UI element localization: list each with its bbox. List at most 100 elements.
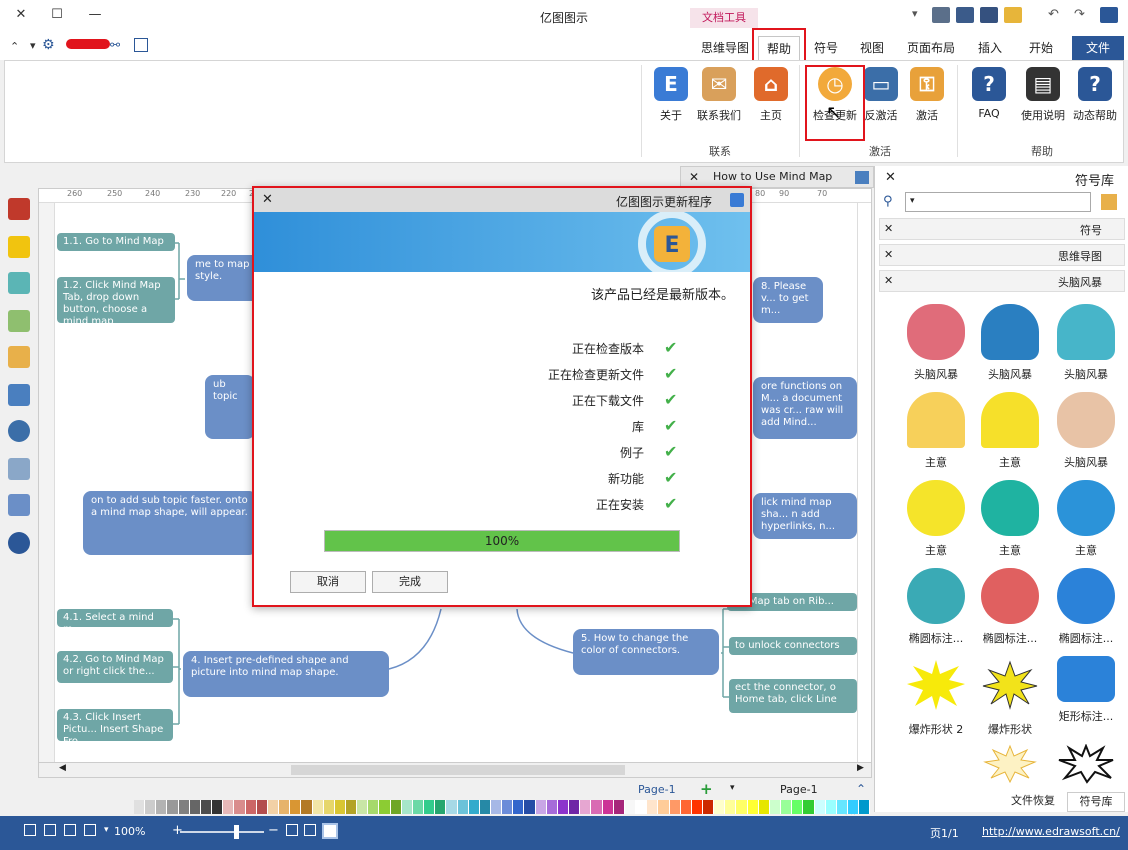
shape-burst-sun[interactable] <box>975 740 1045 784</box>
palette-swatch[interactable] <box>680 800 692 814</box>
color-palette[interactable] <box>134 800 871 814</box>
mind-map-node[interactable]: 4. Insert pre-defined shape and picture … <box>183 651 389 697</box>
close-icon[interactable]: ✕ <box>262 192 273 207</box>
mind-map-node[interactable]: ect the connector, o Home tab, click Lin… <box>729 679 857 713</box>
tab-file-recovery[interactable]: 文件恢复 <box>1001 792 1065 812</box>
palette-swatch[interactable] <box>334 800 346 814</box>
homepage-button[interactable]: ⌂ 主页 <box>747 67 795 139</box>
library-category[interactable]: ✕ 符号 <box>879 218 1125 240</box>
palette-swatch[interactable] <box>647 800 659 814</box>
palette-swatch[interactable] <box>714 800 726 814</box>
palette-swatch[interactable] <box>301 800 313 814</box>
shape-idea-bolt[interactable]: 主意 <box>975 388 1045 472</box>
faq-button[interactable]: ? FAQ <box>965 67 1013 139</box>
tab-mind-map[interactable]: 思维导图 <box>696 36 754 60</box>
palette-swatch[interactable] <box>502 800 514 814</box>
tab-insert[interactable]: 插入 <box>968 36 1012 60</box>
shape-idea-blob[interactable]: 主意 <box>975 476 1045 560</box>
document-tab[interactable]: ✕ How to Use Mind Map <box>680 166 874 188</box>
about-button[interactable]: E 关于 <box>647 67 695 139</box>
palette-swatch[interactable] <box>468 800 480 814</box>
palette-swatch[interactable] <box>669 800 681 814</box>
collapse-ribbon-icon[interactable]: ⌃ <box>10 40 19 53</box>
palette-swatch[interactable] <box>145 800 157 814</box>
zoom-dropdown-icon[interactable]: ▾ <box>104 825 109 835</box>
layer-icon[interactable] <box>8 346 30 368</box>
mind-map-node[interactable]: ore functions on M... a document was cr.… <box>753 377 857 439</box>
mind-map-node[interactable]: 1.1. Go to Mind Map <box>57 233 175 251</box>
close-icon[interactable]: ✕ <box>884 248 893 261</box>
mind-map-node[interactable]: 4.1. Select a mind m... <box>57 609 173 627</box>
palette-swatch[interactable] <box>781 800 793 814</box>
gear-icon[interactable]: ⚙ <box>42 37 55 53</box>
undo-icon[interactable]: ↶ <box>1048 7 1066 23</box>
shape-brain-red[interactable]: 头脑风暴 <box>901 300 971 384</box>
palette-swatch[interactable] <box>267 800 280 814</box>
palette-swatch[interactable] <box>624 800 637 814</box>
zoom-in-icon[interactable]: + <box>172 823 183 838</box>
shape-explosion-2[interactable]: 爆炸形状 2 <box>901 652 971 736</box>
website-link[interactable]: http://www.edrawsoft.cn/ <box>982 825 1120 838</box>
palette-swatch[interactable] <box>848 800 860 814</box>
palette-swatch[interactable] <box>636 800 648 814</box>
palette-swatch[interactable] <box>602 800 614 814</box>
page-tab[interactable]: Page-1 <box>780 783 818 796</box>
close-window-button[interactable]: ✕ <box>8 4 34 26</box>
palette-swatch[interactable] <box>212 800 224 814</box>
mind-map-node[interactable]: 5. How to change the color of connectors… <box>573 629 719 675</box>
palette-swatch[interactable] <box>658 800 670 814</box>
palette-swatch[interactable] <box>814 800 826 814</box>
palette-swatch[interactable] <box>613 800 625 814</box>
shape-brain-beige[interactable]: 头脑风暴 <box>1051 388 1121 472</box>
minimize-window-button[interactable]: — <box>82 4 108 26</box>
contact-us-button[interactable]: ✉ 联系我们 <box>695 67 743 139</box>
palette-swatch[interactable] <box>758 800 770 814</box>
tab-symbols[interactable]: 符号 <box>804 36 848 60</box>
library-category[interactable]: ✕ 思维导图 <box>879 244 1125 266</box>
palette-swatch[interactable] <box>557 800 570 814</box>
shape-oval-callout-teal[interactable]: 椭圆标注... <box>901 564 971 648</box>
palette-swatch[interactable] <box>803 800 815 814</box>
shape-rect-callout[interactable]: 矩形标注... <box>1051 652 1121 736</box>
search-icon[interactable]: ⚲ <box>883 194 893 209</box>
palette-swatch[interactable] <box>279 800 291 814</box>
palette-swatch[interactable] <box>491 800 503 814</box>
palette-swatch[interactable] <box>156 800 168 814</box>
palette-swatch[interactable] <box>546 800 558 814</box>
palette-swatch[interactable] <box>167 800 179 814</box>
mind-map-node[interactable]: ub topic <box>205 375 255 439</box>
scroll-left-icon[interactable]: ◀ <box>59 763 66 773</box>
palette-swatch[interactable] <box>792 800 804 814</box>
palette-swatch[interactable] <box>390 800 402 814</box>
close-tab-icon[interactable]: ✕ <box>689 170 699 184</box>
zoom-out-icon[interactable]: − <box>268 823 279 838</box>
mind-map-node[interactable]: on to add sub topic faster. onto a mind … <box>83 491 257 555</box>
finish-button[interactable]: 完成 <box>372 571 448 593</box>
palette-swatch[interactable] <box>323 800 335 814</box>
dynamic-help-button[interactable]: ? 动态帮助 <box>1071 67 1119 139</box>
close-panel-icon[interactable]: ✕ <box>885 170 896 185</box>
comment-icon[interactable] <box>8 494 30 516</box>
qat-more-icon[interactable]: ▾ <box>912 7 930 23</box>
palette-swatch[interactable] <box>134 800 146 814</box>
shape-idea-bulb[interactable]: 主意 <box>901 388 971 472</box>
mind-map-node[interactable]: 4.3. Click Insert Pictu... Insert Shape … <box>57 709 173 741</box>
redo-icon[interactable]: ↷ <box>1074 7 1092 23</box>
add-page-icon[interactable]: + <box>700 780 713 798</box>
palette-swatch[interactable] <box>513 800 525 814</box>
palette-swatch[interactable] <box>412 800 425 814</box>
open-folder-icon[interactable] <box>1004 7 1022 23</box>
palette-swatch[interactable] <box>245 800 257 814</box>
palette-swatch[interactable] <box>479 800 491 814</box>
palette-swatch[interactable] <box>524 800 536 814</box>
attachment-icon[interactable] <box>8 458 30 480</box>
line-tool-icon[interactable] <box>8 236 30 258</box>
chevron-up-icon[interactable]: ⌃ <box>856 782 866 796</box>
fit-page-icon[interactable] <box>322 823 338 839</box>
palette-swatch[interactable] <box>825 800 837 814</box>
palette-swatch[interactable] <box>457 800 469 814</box>
presentation-icon[interactable] <box>286 824 298 836</box>
palette-swatch[interactable] <box>200 800 213 814</box>
palette-swatch[interactable] <box>234 800 246 814</box>
screen-icon[interactable] <box>134 38 148 52</box>
